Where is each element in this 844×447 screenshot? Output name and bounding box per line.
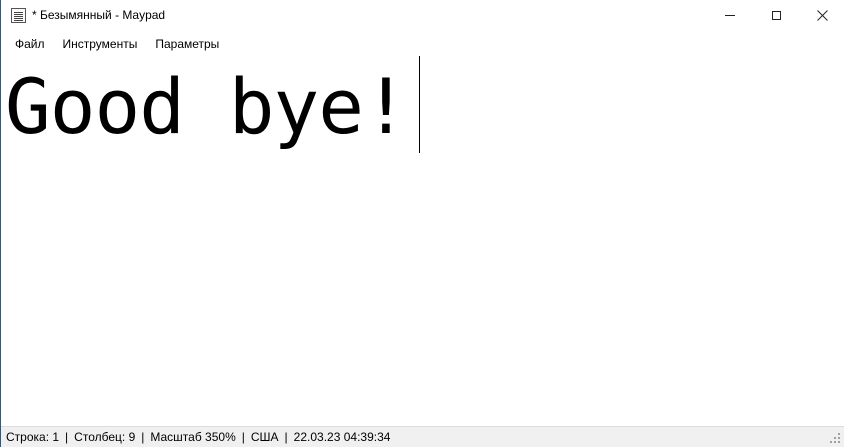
menu-tools[interactable]: Инструменты [54, 33, 147, 55]
title-bar[interactable]: * Безымянный - Maypad [1, 0, 844, 31]
status-column: Столбец: 9 [74, 430, 136, 444]
status-locale: США [250, 430, 279, 444]
status-zoom: Масштаб 350% [150, 430, 236, 444]
text-editor[interactable]: Good bye! [1, 56, 844, 424]
menu-bar: Файл Инструменты Параметры [1, 33, 844, 55]
status-separator: | [65, 430, 69, 444]
maximize-button[interactable] [753, 0, 799, 31]
window-title: * Безымянный - Maypad [32, 8, 166, 22]
status-separator: | [241, 430, 245, 444]
close-button[interactable] [799, 0, 844, 31]
text-caret [419, 56, 420, 153]
close-icon [816, 10, 828, 21]
status-datetime: 22.03.23 04:39:34 [293, 430, 391, 444]
status-row: Строка: 1 [6, 430, 60, 444]
notepad-lines-icon[interactable] [11, 8, 26, 23]
minimize-icon [725, 15, 735, 16]
status-bar: Строка: 1 | Столбец: 9 | Масштаб 350% | … [1, 426, 844, 447]
status-separator: | [141, 430, 145, 444]
app-window: * Безымянный - Maypad Файл Инструменты П… [0, 0, 844, 447]
menu-file[interactable]: Файл [1, 33, 54, 55]
minimize-button[interactable] [707, 0, 753, 31]
maximize-icon [771, 11, 781, 20]
resize-grip-icon[interactable] [830, 433, 841, 444]
status-separator: | [284, 430, 288, 444]
editor-content[interactable]: Good bye! [5, 62, 409, 152]
menu-settings[interactable]: Параметры [146, 33, 228, 55]
